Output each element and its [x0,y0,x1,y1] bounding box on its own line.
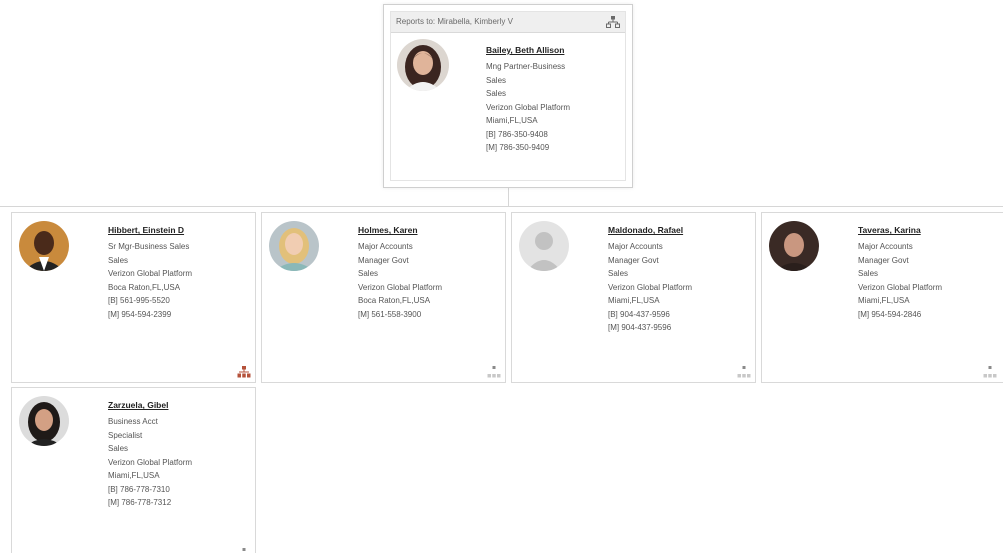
report-business-phone[interactable]: [B] 786-778-7310 [108,483,192,497]
report-title: Major Accounts [608,242,663,251]
report-title-2: Manager Govt [358,255,409,265]
report-title-2: Manager Govt [608,255,659,265]
report-card-maldonado[interactable]: Maldonado, Rafael Major Accounts Manager… [511,212,756,383]
default-user-icon [519,221,569,271]
connector-horizontal [0,206,1003,207]
report-department: Sales [858,269,879,278]
manager-title: Mng Partner-Business [486,62,566,71]
report-title-2: Manager Govt [858,255,909,265]
org-chart-icon[interactable] [237,365,251,379]
manager-title-2: Sales [486,75,507,85]
avatar-taveras[interactable] [769,221,819,271]
report-organization: Verizon Global Platform [358,282,443,292]
report-name-link[interactable]: Hibbert, Einstein D [108,224,192,236]
manager-info: Bailey, Beth Allison Mng Partner-Busines… [486,44,570,155]
org-chart-icon[interactable] [237,547,251,553]
report-card-taveras[interactable]: Taveras, Karina Major Accounts Manager G… [761,212,1003,383]
org-chart-icon[interactable] [737,365,751,379]
avatar-photo [19,396,69,446]
org-chart-icon[interactable] [983,365,997,379]
manager-department: Sales [486,89,507,98]
connector-vertical [508,186,509,206]
avatar-zarzuela[interactable] [19,396,69,446]
report-location: Miami,FL,USA [108,471,160,480]
report-info: Taveras, Karina Major Accounts Manager G… [858,224,942,321]
avatar-photo [19,221,69,271]
avatar-photo [397,39,449,91]
org-chart-canvas: Reports to: Mirabella, Kimberly V Bailey… [0,0,1003,553]
report-card-holmes[interactable]: Holmes, Karen Major Accounts Manager Gov… [261,212,506,383]
manager-mobile-phone[interactable]: [M] 786-350-9409 [486,141,570,155]
report-name-link[interactable]: Maldonado, Rafael [608,224,692,236]
avatar-hibbert[interactable] [19,221,69,271]
report-info: Hibbert, Einstein D Sr Mgr-Business Sale… [108,224,192,321]
manager-card-inner: Reports to: Mirabella, Kimberly V Bailey… [390,11,626,181]
manager-organization: Verizon Global Platform [486,102,571,112]
report-organization: Verizon Global Platform [608,282,693,292]
avatar-maldonado[interactable] [519,221,569,271]
report-name-link[interactable]: Taveras, Karina [858,224,942,236]
report-location: Boca Raton,FL,USA [358,296,431,305]
org-chart-icon[interactable] [606,15,620,29]
report-business-phone[interactable]: [B] 561-995-5520 [108,294,192,308]
report-title: Sr Mgr-Business Sales [108,242,190,251]
report-info: Holmes, Karen Major Accounts Manager Gov… [358,224,442,321]
report-location: Miami,FL,USA [858,296,910,305]
avatar-photo [769,221,819,271]
report-info: Zarzuela, Gibel Business Acct Specialist… [108,399,192,510]
report-name-link[interactable]: Zarzuela, Gibel [108,399,192,411]
report-business-phone[interactable]: [B] 904-437-9596 [608,308,692,322]
org-chart-icon[interactable] [487,365,501,379]
report-mobile-phone[interactable]: [M] 954-594-2399 [108,308,192,322]
manager-name-link[interactable]: Bailey, Beth Allison [486,44,570,56]
report-department: Sales [108,444,129,453]
avatar-photo [269,221,319,271]
report-location: Miami,FL,USA [608,296,660,305]
report-organization: Verizon Global Platform [858,282,943,292]
avatar-bailey[interactable] [397,39,449,91]
report-location: Boca Raton,FL,USA [108,282,181,292]
report-department: Sales [108,255,129,265]
report-mobile-phone[interactable]: [M] 786-778-7312 [108,496,192,510]
report-name-link[interactable]: Holmes, Karen [358,224,442,236]
report-title: Business Acct [108,417,158,426]
report-mobile-phone[interactable]: [M] 561-558-3900 [358,308,442,322]
reports-to-label[interactable]: Reports to: Mirabella, Kimberly V [396,17,513,26]
report-organization: Verizon Global Platform [108,269,193,278]
report-title: Major Accounts [358,242,413,251]
report-mobile-phone[interactable]: [M] 954-594-2846 [858,308,942,322]
report-card-zarzuela[interactable]: Zarzuela, Gibel Business Acct Specialist… [11,387,256,553]
avatar-holmes[interactable] [269,221,319,271]
report-organization: Verizon Global Platform [108,457,193,467]
report-mobile-phone[interactable]: [M] 904-437-9596 [608,321,692,335]
manager-card[interactable]: Reports to: Mirabella, Kimberly V Bailey… [383,4,633,188]
report-department: Sales [358,269,379,278]
manager-location: Miami,FL,USA [486,116,538,125]
report-card-hibbert[interactable]: Hibbert, Einstein D Sr Mgr-Business Sale… [11,212,256,383]
report-title: Major Accounts [858,242,913,251]
report-title-2: Specialist [108,430,143,440]
report-department: Sales [608,269,629,278]
manager-business-phone[interactable]: [B] 786-350-9408 [486,128,570,142]
report-info: Maldonado, Rafael Major Accounts Manager… [608,224,692,335]
reports-to-header: Reports to: Mirabella, Kimberly V [391,12,625,33]
